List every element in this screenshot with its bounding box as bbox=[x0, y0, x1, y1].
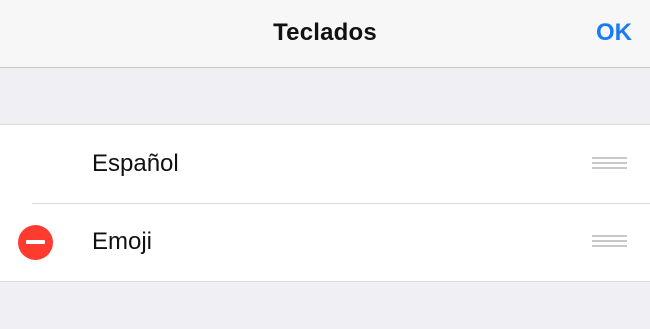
keyboard-label: Español bbox=[92, 150, 179, 177]
minus-circle-icon[interactable] bbox=[18, 225, 53, 260]
list-item-espanol: Español bbox=[0, 125, 650, 203]
ok-button[interactable]: OK bbox=[596, 19, 632, 47]
keyboards-list: Español Emoji bbox=[0, 124, 650, 282]
reorder-grabber-icon[interactable] bbox=[592, 234, 627, 249]
list-item-emoji: Emoji bbox=[0, 203, 650, 281]
page-title: Teclados bbox=[273, 19, 377, 46]
keyboard-label: Emoji bbox=[92, 228, 153, 255]
reorder-grabber-icon[interactable] bbox=[592, 156, 627, 171]
navigation-bar: Teclados OK bbox=[0, 0, 650, 68]
